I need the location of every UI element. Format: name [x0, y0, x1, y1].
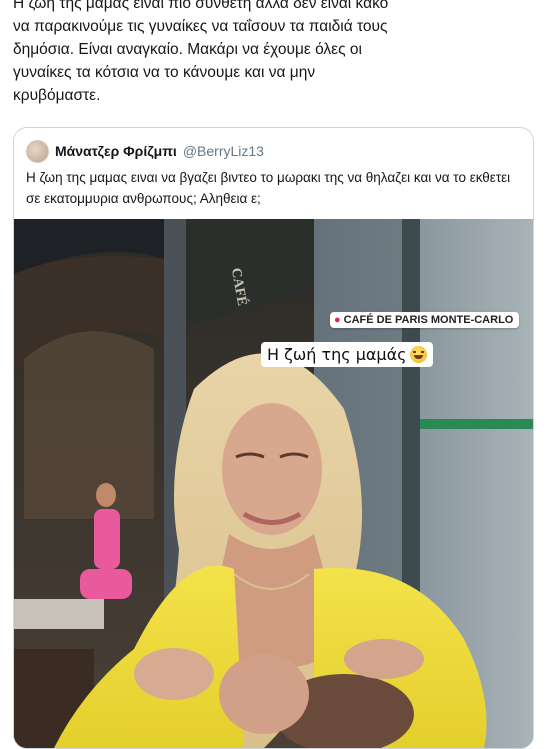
- caption-sticker-text: Η ζωή της μαμάς: [267, 345, 407, 364]
- quoted-tweet-card[interactable]: Μάνατζερ Φρίζμπι @BerryLiz13 Η ζωη της μ…: [13, 127, 534, 749]
- avatar[interactable]: [26, 139, 49, 163]
- location-sticker-label: CAFÉ DE PARIS MONTE-CARLO: [343, 314, 514, 326]
- grinning-sweat-emoji-icon: [409, 346, 427, 363]
- tweet-text: Η ζωή της μαμάς είναι πιο συνθέτη αλλά δ…: [13, 0, 389, 104]
- quoted-tweet-text: Η ζωη της μαμας ειναι να βγαζει βιντεο τ…: [26, 170, 511, 206]
- caption-sticker: Η ζωή της μαμάς: [261, 342, 433, 367]
- quoted-author-handle[interactable]: @BerryLiz13: [183, 143, 264, 159]
- location-pin-icon: ●: [334, 314, 341, 326]
- location-sticker: ● CAFÉ DE PARIS MONTE-CARLO: [330, 312, 520, 328]
- quoted-tweet-media[interactable]: ● CAFÉ DE PARIS MONTE-CARLO Η ζωή της μα…: [14, 219, 533, 748]
- media-image: [14, 219, 533, 748]
- quoted-tweet-header: Μάνατζερ Φρίζμπι @BerryLiz13: [26, 139, 264, 163]
- quoted-author-name[interactable]: Μάνατζερ Φρίζμπι: [55, 143, 177, 159]
